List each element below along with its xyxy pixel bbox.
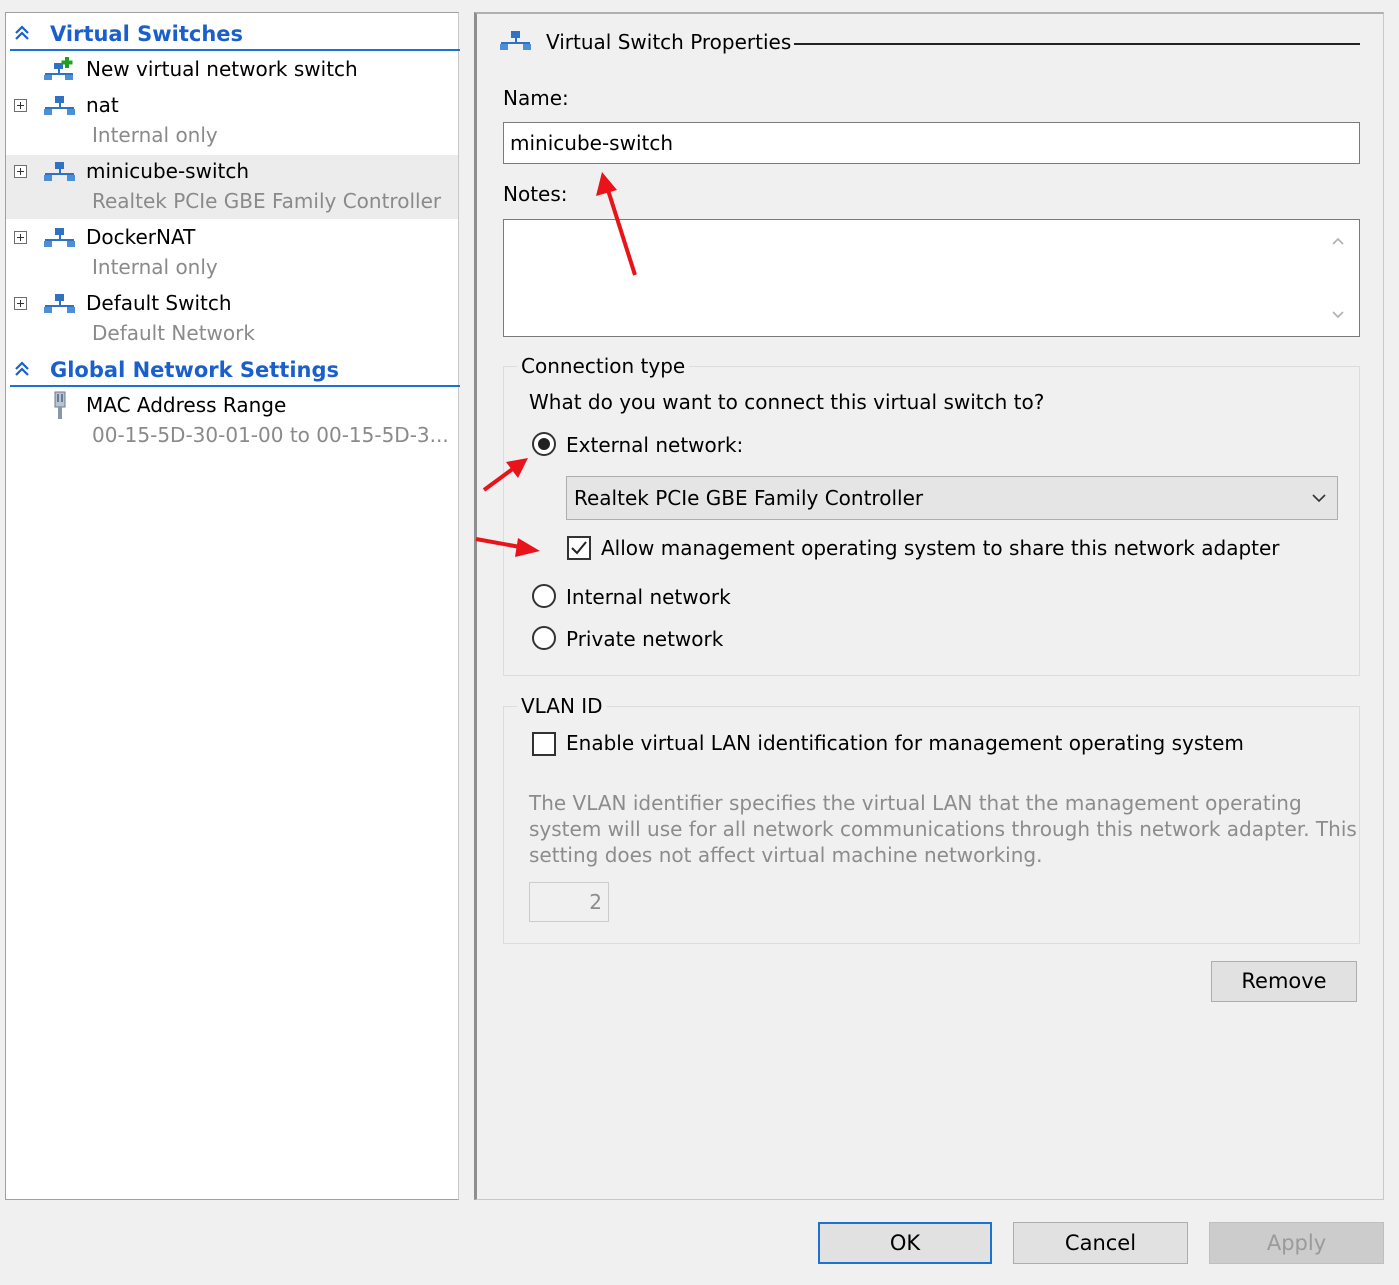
global-network-settings-header[interactable]: Global Network Settings: [10, 353, 460, 387]
adapter-dropdown-value: Realtek PCIe GBE Family Controller: [574, 486, 924, 510]
adapter-dropdown[interactable]: Realtek PCIe GBE Family Controller: [566, 476, 1338, 520]
network-switch-icon: [500, 31, 531, 50]
network-switch-icon: [44, 228, 75, 247]
apply-button[interactable]: Apply: [1209, 1222, 1384, 1264]
switch-detail: Default Network: [92, 321, 255, 345]
cancel-button-label: Cancel: [1064, 1231, 1137, 1255]
name-input-value: minicube-switch: [510, 131, 674, 155]
vlan-description-line3: setting does not affect virtual machine …: [529, 843, 1043, 867]
network-switch-icon: [44, 162, 75, 181]
internal-network-label[interactable]: Internal network: [566, 585, 731, 609]
new-virtual-switch-item[interactable]: New virtual network switch: [6, 53, 458, 87]
network-switch-icon: [44, 294, 75, 313]
cancel-button[interactable]: Cancel: [1013, 1222, 1188, 1264]
mac-address-icon: [54, 391, 66, 419]
name-input[interactable]: minicube-switch: [503, 122, 1360, 164]
ok-button[interactable]: OK: [818, 1222, 992, 1264]
enable-vlan-label[interactable]: Enable virtual LAN identification for ma…: [566, 731, 1244, 755]
enable-vlan-checkbox[interactable]: [532, 732, 556, 756]
apply-button-label: Apply: [1266, 1231, 1327, 1255]
switch-item-default-switch[interactable]: Default Switch Default Network: [6, 287, 458, 351]
collapse-chevron-icon: [15, 25, 29, 40]
scroll-down-icon[interactable]: [1331, 310, 1345, 320]
checkmark-icon: [571, 541, 587, 555]
switch-name: nat: [86, 93, 119, 117]
vlan-description-line1: The VLAN identifier specifies the virtua…: [529, 791, 1302, 815]
mac-range-detail: 00-15-5D-30-01-00 to 00-15-5D-3...: [92, 423, 449, 447]
notes-textarea[interactable]: [503, 219, 1360, 337]
private-network-radio[interactable]: [532, 626, 556, 650]
internal-network-radio[interactable]: [532, 584, 556, 608]
name-label: Name:: [503, 86, 569, 110]
expand-icon[interactable]: [14, 165, 27, 178]
scroll-up-icon[interactable]: [1331, 236, 1345, 246]
vlan-id-value: 2: [589, 890, 602, 914]
remove-button-label: Remove: [1241, 969, 1327, 993]
expand-icon[interactable]: [14, 99, 27, 112]
allow-management-checkbox[interactable]: [567, 536, 591, 560]
chevron-down-icon: [1312, 494, 1326, 503]
switch-name: DockerNAT: [86, 225, 196, 249]
vlan-id-input[interactable]: 2: [529, 882, 609, 922]
new-switch-label: New virtual network switch: [86, 57, 358, 81]
switch-item-nat[interactable]: nat Internal only: [6, 89, 458, 153]
private-network-label[interactable]: Private network: [566, 627, 723, 651]
allow-management-label[interactable]: Allow management operating system to sha…: [601, 536, 1280, 560]
virtual-switches-header[interactable]: Virtual Switches: [10, 17, 460, 51]
properties-title: Virtual Switch Properties: [546, 30, 792, 54]
external-network-radio[interactable]: [532, 432, 556, 456]
switch-tree-pane: Virtual Switches New virtual network swi…: [5, 12, 460, 1200]
switch-detail: Realtek PCIe GBE Family Controller: [92, 189, 442, 213]
network-switch-icon: [44, 96, 75, 115]
switch-detail: Internal only: [92, 255, 218, 279]
switch-properties-pane: Virtual Switch Properties Name: minicube…: [474, 12, 1384, 1200]
vlan-legend: VLAN ID: [517, 694, 607, 718]
connection-question: What do you want to connect this virtual…: [529, 390, 1045, 414]
switch-name: minicube-switch: [86, 159, 250, 183]
switch-name: Default Switch: [86, 291, 232, 315]
switch-item-dockernat[interactable]: DockerNAT Internal only: [6, 221, 458, 285]
connection-type-legend: Connection type: [517, 354, 690, 378]
ok-button-label: OK: [889, 1231, 921, 1255]
notes-label: Notes:: [503, 182, 568, 206]
switch-detail: Internal only: [92, 123, 218, 147]
collapse-chevron-icon: [15, 361, 29, 376]
vlan-description-line2: system will use for all network communic…: [529, 817, 1357, 841]
expand-icon[interactable]: [14, 297, 27, 310]
remove-button[interactable]: Remove: [1211, 961, 1357, 1002]
global-network-settings-label: Global Network Settings: [50, 358, 340, 382]
expand-icon[interactable]: [14, 231, 27, 244]
new-switch-icon: [44, 57, 73, 80]
title-divider: [794, 43, 1360, 45]
virtual-switches-header-label: Virtual Switches: [50, 22, 244, 46]
switch-item-minicube-switch[interactable]: minicube-switch Realtek PCIe GBE Family …: [6, 155, 458, 219]
mac-range-title: MAC Address Range: [86, 393, 287, 417]
external-network-label[interactable]: External network:: [566, 433, 743, 457]
mac-address-range-item[interactable]: MAC Address Range 00-15-5D-30-01-00 to 0…: [6, 389, 458, 453]
